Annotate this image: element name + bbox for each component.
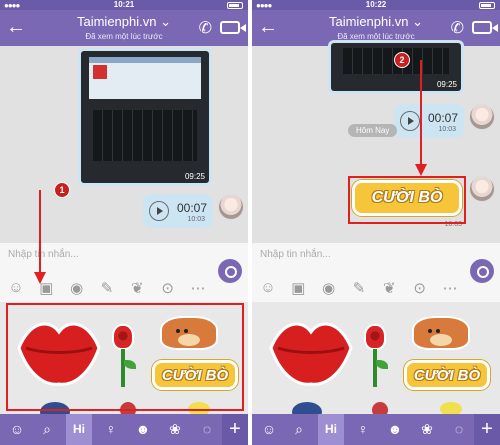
lips-sticker[interactable] <box>266 314 356 390</box>
hi-sticker-tab[interactable]: Hi <box>66 414 92 445</box>
voice-message[interactable]: 00:07 10:03 <box>394 104 464 138</box>
phone-icon[interactable]: ✆ <box>199 18 212 38</box>
message-input[interactable]: Nhập tin nhắn... <box>260 249 331 260</box>
sticker-tabbar: ☺ ⌕ Hi ♀ ☻ ❀ ◌ + <box>252 414 500 445</box>
fox-sticker[interactable] <box>412 316 470 350</box>
doodle-icon[interactable]: ✎ <box>349 279 369 297</box>
gif-icon[interactable]: ❦ <box>127 279 147 297</box>
search-icon[interactable]: ⌕ <box>286 414 312 445</box>
send-icon[interactable] <box>218 259 242 283</box>
play-icon[interactable] <box>149 201 169 221</box>
rose-stem <box>373 349 377 387</box>
doodle-icon[interactable]: ✎ <box>97 279 117 297</box>
photo-message[interactable]: 09:25 <box>328 40 464 94</box>
status-time: 10:21 <box>113 0 135 9</box>
emoji-icon[interactable]: ☺ <box>4 414 30 445</box>
voice-time: 10:03 <box>187 216 205 223</box>
highlight-box <box>6 303 244 411</box>
step-marker: 2 <box>394 52 410 68</box>
voice-time: 10:03 <box>438 126 456 133</box>
photo-thumbnail: 09:25 <box>81 51 209 183</box>
location-icon[interactable]: ⊙ <box>410 279 430 297</box>
sticker-tab-3[interactable]: ☻ <box>382 414 408 445</box>
search-icon[interactable]: ⌕ <box>34 414 60 445</box>
sticker-tab-4[interactable]: ❀ <box>414 414 440 445</box>
avatar[interactable] <box>469 176 495 202</box>
sticker-icon[interactable]: ☺ <box>258 279 278 297</box>
contact-name-text: Taimienphi.vn <box>76 14 157 29</box>
right-screenshot: ●●●● 10:22 ← Taimienphi.vn ⌄ Đã xem một … <box>252 0 500 445</box>
sticker-panel: CƯỜI BÒ <box>252 302 500 422</box>
play-icon[interactable] <box>400 111 420 131</box>
more-icon[interactable]: ⋯ <box>188 279 208 297</box>
camera-icon[interactable]: ◉ <box>67 279 87 297</box>
plus-icon[interactable]: + <box>474 414 500 445</box>
photo-thumbnail: 09:25 <box>331 43 461 91</box>
toolbar: ☺ ▣ ◉ ✎ ❦ ⊙ ⋯ <box>258 279 460 297</box>
plus-icon[interactable]: + <box>222 414 248 445</box>
video-icon[interactable] <box>472 21 498 34</box>
more-icon[interactable]: ⋯ <box>440 279 460 297</box>
sticker-tab-2[interactable]: ♀ <box>350 414 376 445</box>
emoji-icon[interactable]: ☺ <box>256 414 282 445</box>
rose-leaf <box>376 360 388 369</box>
highlight-box <box>348 176 466 224</box>
voice-length: 00:07 <box>177 201 208 215</box>
photo-screen <box>89 57 201 100</box>
sticker-tab-4[interactable]: ❀ <box>162 414 188 445</box>
photo-message[interactable]: 09:25 <box>78 48 212 186</box>
day-separator: Hôm Nay <box>348 124 398 137</box>
chat-area: 09:25 00:07 10:03 <box>0 46 248 242</box>
sticker-tab-5[interactable]: ◌ <box>194 414 220 445</box>
battery-icon <box>227 2 243 9</box>
chat-header: ← Taimienphi.vn ⌄ Đã xem một lúc trước ✆ <box>0 10 248 46</box>
chevron-down-icon: ⌄ <box>412 14 424 29</box>
sticker-tabbar: ☺ ⌕ Hi ♀ ☻ ❀ ◌ + <box>0 414 248 445</box>
phone-icon[interactable]: ✆ <box>451 18 464 38</box>
gif-icon[interactable]: ❦ <box>379 279 399 297</box>
hi-sticker-tab[interactable]: Hi <box>318 414 344 445</box>
rose-sticker[interactable] <box>364 324 386 350</box>
photo-duration: 09:25 <box>436 80 457 89</box>
status-bar: ●●●● 10:22 <box>252 0 500 10</box>
sticker-tab-3[interactable]: ☻ <box>130 414 156 445</box>
contact-name-text: Taimienphi.vn <box>328 14 409 29</box>
input-bar: Nhập tin nhắn... ☺ ▣ ◉ ✎ ❦ ⊙ ⋯ <box>252 242 500 302</box>
annotation-arrow-line <box>39 190 41 274</box>
step-marker: 1 <box>54 182 70 198</box>
left-screenshot: ●●●● 10:21 ← Taimienphi.vn ⌄ Đã xem một … <box>0 0 248 445</box>
chevron-down-icon: ⌄ <box>160 14 172 29</box>
annotation-arrow-line <box>420 60 422 168</box>
location-icon[interactable]: ⊙ <box>158 279 178 297</box>
sticker-tab-5[interactable]: ◌ <box>446 414 472 445</box>
photo-duration: 09:25 <box>184 172 205 181</box>
message-input[interactable]: Nhập tin nhắn... <box>8 249 79 260</box>
status-time: 10:22 <box>365 0 387 9</box>
annotation-arrow-head <box>415 164 427 176</box>
annotation-arrow-head <box>34 272 46 284</box>
send-icon[interactable] <box>470 259 494 283</box>
camera-roll-icon[interactable]: ▣ <box>288 279 308 297</box>
camera-icon[interactable]: ◉ <box>319 279 339 297</box>
cuoi-bo-sticker[interactable]: CƯỜI BÒ <box>404 360 490 390</box>
sticker-tab-2[interactable]: ♀ <box>98 414 124 445</box>
battery-icon <box>479 2 495 9</box>
sticker-icon[interactable]: ☺ <box>6 279 26 297</box>
voice-message[interactable]: 00:07 10:03 <box>143 194 213 228</box>
video-icon[interactable] <box>220 21 246 34</box>
photo-keyboard <box>93 110 197 161</box>
voice-length: 00:07 <box>428 111 459 125</box>
avatar[interactable] <box>218 194 244 220</box>
cuoi-bo-text: CƯỜI BÒ <box>413 366 481 384</box>
avatar[interactable] <box>469 104 495 130</box>
status-bar: ●●●● 10:21 <box>0 0 248 10</box>
